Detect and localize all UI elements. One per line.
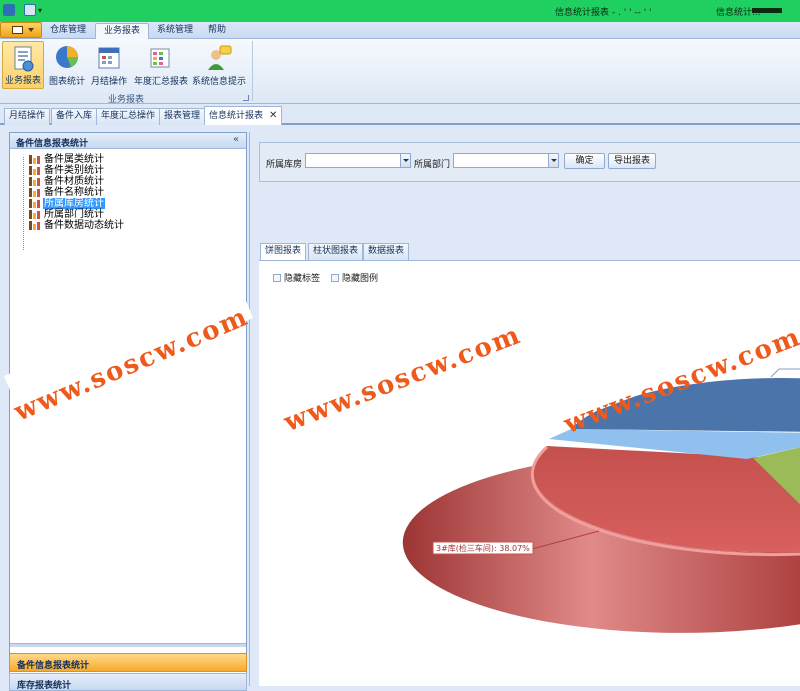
business-report-button[interactable]: 业务报表 (2, 41, 44, 89)
ribbon-group-divider (252, 41, 253, 101)
ribbon-tab-system[interactable]: 系统管理 (149, 23, 201, 39)
department-combo[interactable] (453, 153, 559, 168)
chart-tab-bar[interactable]: 柱状图报表 (308, 243, 364, 260)
doc-tab-report-management[interactable]: 报表管理 (159, 108, 206, 125)
close-icon[interactable]: ✕ (269, 110, 277, 121)
department-label: 所属部门 (414, 160, 451, 170)
tree-item-label: 备件名称统计 (44, 187, 104, 198)
tree-guide-line (23, 157, 24, 250)
tree-item-label: 所属部门统计 (44, 209, 104, 220)
summary-grid-icon (150, 48, 170, 68)
monthly-close-label: 月结操作 (90, 77, 127, 87)
bar-chart-icon (29, 166, 40, 175)
monthly-close-button[interactable]: 月结操作 (88, 41, 130, 89)
nav-group-parts-report[interactable]: 备件信息报表统计 (9, 653, 247, 672)
tree-item-label: 备件材质统计 (44, 176, 104, 187)
chart-tab-pie[interactable]: 饼图报表 (260, 243, 307, 260)
bar-chart-icon (29, 188, 40, 197)
bar-chart-icon (29, 199, 40, 208)
application-menu-icon (12, 26, 23, 34)
export-report-button[interactable]: 导出报表 (608, 153, 656, 169)
tree-item-label: 所属库房统计 (43, 198, 105, 209)
doc-tab-annual-summary[interactable]: 年度汇总操作 (96, 108, 161, 125)
user-message-icon (208, 45, 232, 70)
doc-tab-parts-inbound[interactable]: 备件入库 (51, 108, 98, 125)
chart-statistics-button[interactable]: 图表统计 (46, 41, 88, 89)
doc-tab-monthly-close[interactable]: 月结操作 (4, 108, 51, 125)
business-report-label: 业务报表 (4, 76, 41, 86)
chart-tab-data[interactable]: 数据报表 (363, 243, 410, 260)
nav-group-label: 库存报表统计 (17, 681, 72, 691)
nav-group-label: 备件信息报表统计 (17, 661, 90, 671)
pie-chart-icon (56, 46, 78, 68)
app-logo-icon (3, 4, 15, 16)
confirm-button[interactable]: 确定 (564, 153, 605, 169)
panel-splitter[interactable] (10, 643, 246, 647)
pie-leader-line (770, 368, 800, 378)
bar-chart-icon (29, 177, 40, 186)
tree-item-label: 备件数据动态统计 (44, 220, 124, 231)
application-menu-button[interactable] (0, 22, 42, 38)
left-nav-title: 备件信息报表统计 (16, 139, 89, 149)
ribbon-tab-strip: 仓库管理 业务报表 系统管理 帮助 (0, 22, 800, 39)
chevron-down-icon[interactable] (548, 154, 558, 167)
ribbon-tab-business-report[interactable]: 业务报表 (95, 23, 150, 39)
ribbon-tab-help[interactable]: 帮助 (200, 23, 234, 39)
tree-item-label: 备件属类统计 (44, 154, 104, 165)
report-sheet-icon (14, 46, 34, 72)
ribbon-panel: 业务报表 图表统计 月结操作 年度汇总报表 系统信息提示 业务报表 (0, 39, 800, 105)
warehouse-combo[interactable] (305, 153, 411, 168)
save-icon[interactable] (24, 4, 36, 16)
document-tab-strip: 月结操作 备件入库 年度汇总操作 报表管理 信息统计报表 ✕ (0, 105, 800, 125)
warehouse-label: 所属库房 (266, 160, 303, 170)
ribbon-tab-warehouse[interactable]: 仓库管理 (42, 23, 94, 39)
qat-dropdown-icon[interactable]: ▾ (38, 6, 42, 15)
bar-chart-icon (29, 155, 40, 164)
bar-chart-icon (29, 210, 40, 219)
collapse-icon[interactable]: « (233, 134, 239, 145)
ribbon-group-label: 业务报表 (107, 95, 144, 105)
chevron-down-icon (28, 28, 34, 32)
window-title: 信息统计报表 - . ' ' -- ' ' (555, 8, 652, 18)
pie-label-red: 3#库(检三车间): 38.07% (436, 543, 530, 553)
system-notice-button[interactable]: 系统信息提示 (191, 41, 247, 89)
bar-chart-icon (29, 221, 40, 230)
calendar-icon (98, 47, 120, 69)
annual-summary-label: 年度汇总报表 (133, 77, 188, 87)
group-launcher-icon[interactable] (243, 95, 249, 101)
filter-bar: 所属库房 所属部门 确定 导出报表 (259, 142, 800, 182)
system-notice-label: 系统信息提示 (191, 77, 246, 87)
left-nav-header: 备件信息报表统计 « (10, 133, 246, 149)
chart-statistics-label: 图表统计 (48, 77, 85, 87)
doc-tab-statistics-report[interactable]: 信息统计报表 ✕ (204, 106, 283, 125)
redacted-text (752, 8, 782, 13)
nav-group-stock-report[interactable]: 库存报表统计 (9, 673, 247, 691)
doc-tab-statistics-report-label: 信息统计报表 (209, 111, 264, 121)
tree-item-label: 备件类别统计 (44, 165, 104, 176)
title-bar: ▾ 信息统计报表 - . ' ' -- ' ' 信息统计... (0, 0, 800, 22)
annual-summary-button[interactable]: 年度汇总报表 (132, 41, 190, 89)
chevron-down-icon[interactable] (400, 154, 410, 167)
